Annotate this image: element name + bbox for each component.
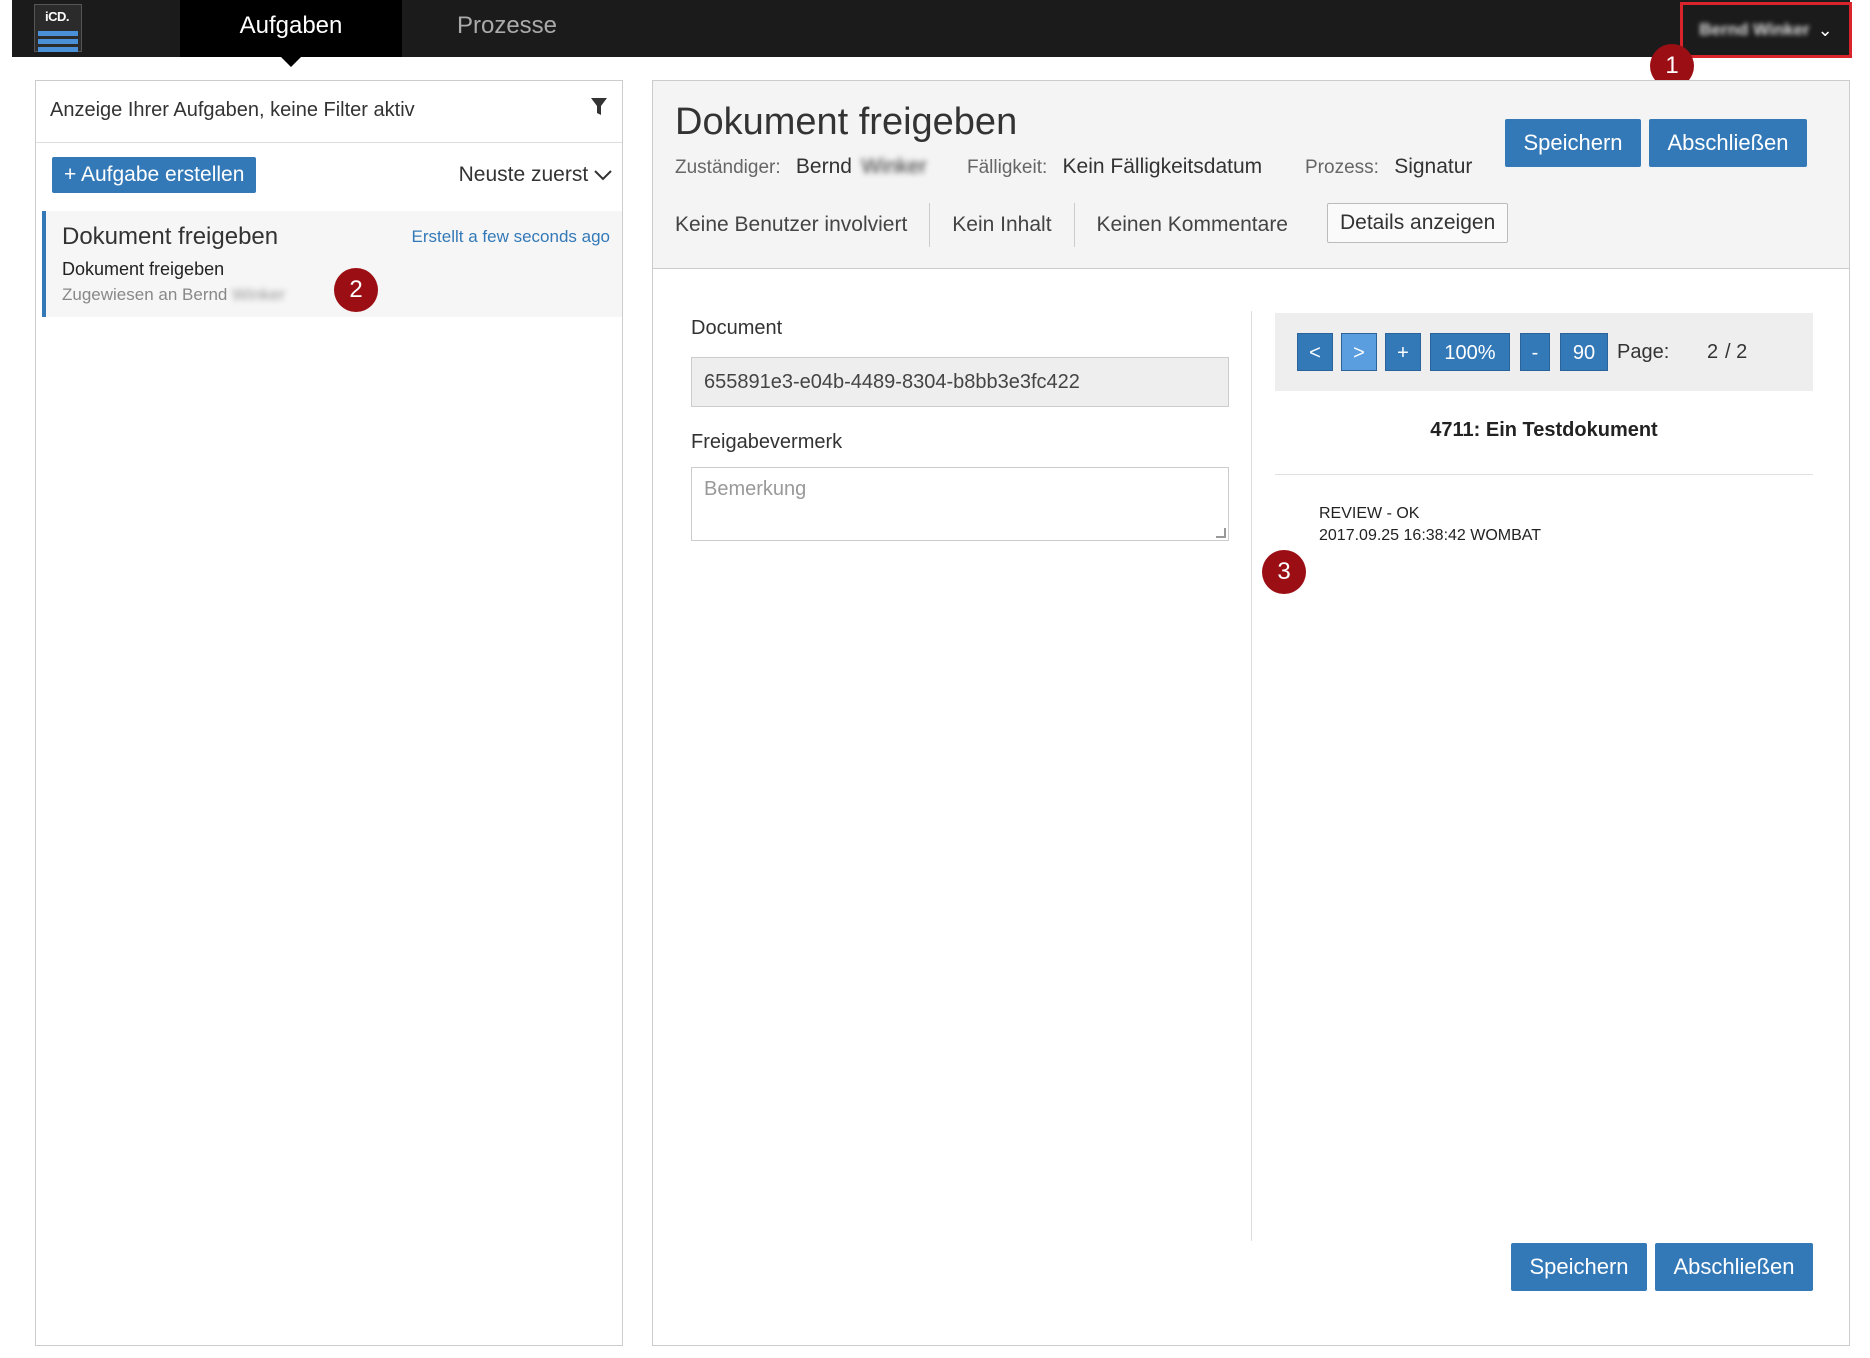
process-meta: Prozess: Signatur	[1305, 155, 1472, 179]
app-logo[interactable]: iCD.	[34, 4, 82, 52]
logo-stripe	[38, 47, 78, 52]
zoom-in-button[interactable]: +	[1385, 333, 1421, 371]
previous-page-button[interactable]: <	[1297, 333, 1333, 371]
document-field-label: Document	[691, 317, 783, 339]
sort-label: Neuste zuerst	[458, 163, 589, 186]
pdf-viewer-toolbar: < > + 100% - 90 Page: 2 / 2	[1275, 313, 1813, 391]
task-subtitle: Dokument freigeben	[62, 259, 225, 279]
logo-stripe	[38, 39, 78, 44]
task-created-time: Erstellt a few seconds ago	[411, 227, 610, 246]
assignee-value[interactable]: Bernd	[796, 155, 852, 178]
rotate-button[interactable]: 90	[1560, 333, 1608, 371]
document-id-field: 655891e3-e04b-4489-8304-b8bb3e3fc422	[691, 357, 1229, 407]
due-label: Fälligkeit:	[967, 157, 1048, 178]
column-divider	[1251, 311, 1252, 1241]
resize-handle-icon[interactable]	[1216, 528, 1226, 538]
task-list-panel: Anzeige Ihrer Aufgaben, keine Filter akt…	[35, 80, 623, 1346]
process-label: Prozess:	[1305, 157, 1379, 178]
logo-text: iCD.	[45, 9, 70, 24]
task-detail-panel: Dokument freigeben Speichern Abschließen…	[652, 80, 1850, 1346]
complete-button-bottom[interactable]: Abschließen	[1655, 1243, 1813, 1291]
page-current: 2	[1707, 341, 1719, 363]
due-value[interactable]: Kein Fälligkeitsdatum	[1063, 155, 1263, 178]
page-label: Page:	[1617, 341, 1670, 363]
remark-placeholder: Bemerkung	[704, 478, 807, 500]
assignee-meta: Zuständiger: Bernd Winker	[675, 155, 927, 179]
zoom-level-button[interactable]: 100%	[1430, 333, 1510, 371]
task-detail-title: Dokument freigeben	[675, 101, 1018, 143]
filter-status-text: Anzeige Ihrer Aufgaben, keine Filter akt…	[50, 99, 415, 121]
assignee-label: Zuständiger:	[675, 157, 781, 178]
review-stamp-timestamp: 2017.09.25 16:38:42 WOMBAT	[1319, 527, 1542, 544]
sort-dropdown[interactable]: Neuste zuerst	[459, 163, 612, 187]
document-divider	[1275, 474, 1813, 475]
show-details-button[interactable]: Details anzeigen	[1327, 203, 1509, 243]
task-title: Dokument freigeben	[62, 223, 279, 250]
task-assignee-surname: Winker	[232, 285, 286, 304]
tab-prozesse[interactable]: Prozesse	[432, 0, 582, 57]
task-list-item[interactable]: Dokument freigeben Erstellt a few second…	[42, 211, 622, 317]
task-assignee: Zugewiesen an Bernd Winker	[62, 285, 285, 305]
page-total: / 2	[1725, 341, 1748, 363]
chevron-down-icon: ⌄	[1817, 19, 1833, 40]
active-tab-caret	[280, 56, 302, 67]
remark-field-label: Freigabevermerk	[691, 431, 843, 453]
tab-involved-users[interactable]: Keine Benutzer involviert	[675, 203, 931, 247]
top-navigation-bar: iCD. Aufgaben Prozesse	[12, 0, 1850, 67]
process-value: Signatur	[1394, 155, 1473, 178]
callout-marker-3: 3	[1262, 550, 1306, 594]
user-menu-dropdown[interactable]: Bernd Winker ⌄	[1680, 2, 1852, 58]
document-title: 4711: Ein Testdokument	[1430, 419, 1658, 441]
save-button-bottom[interactable]: Speichern	[1511, 1243, 1647, 1291]
tab-aufgaben[interactable]: Aufgaben	[180, 0, 402, 67]
task-detail-header: Dokument freigeben Speichern Abschließen…	[653, 81, 1849, 269]
filter-icon[interactable]	[590, 97, 608, 123]
save-button[interactable]: Speichern	[1505, 119, 1641, 167]
create-task-button[interactable]: + Aufgabe erstellen	[52, 157, 257, 193]
chevron-down-icon	[594, 163, 612, 186]
due-meta: Fälligkeit: Kein Fälligkeitsdatum	[967, 155, 1262, 179]
remark-textarea[interactable]: Bemerkung	[691, 467, 1229, 541]
task-info-tabs: Keine Benutzer involviert Kein Inhalt Ke…	[675, 203, 1310, 247]
logo-stripe	[38, 31, 78, 36]
next-page-button[interactable]: >	[1341, 333, 1377, 371]
complete-button[interactable]: Abschließen	[1649, 119, 1807, 167]
tab-comments[interactable]: Keinen Kommentare	[1075, 203, 1310, 247]
task-assignee-prefix: Zugewiesen an Bernd	[62, 285, 228, 304]
assignee-surname: Winker	[861, 155, 927, 178]
review-stamp-status: REVIEW - OK	[1319, 505, 1420, 522]
tab-content[interactable]: Kein Inhalt	[930, 203, 1075, 247]
tab-aufgaben-label: Aufgaben	[239, 12, 343, 39]
tab-prozesse-label: Prozesse	[456, 12, 558, 39]
zoom-out-button[interactable]: -	[1520, 333, 1550, 371]
callout-marker-2: 2	[334, 268, 378, 312]
user-name: Bernd Winker	[1699, 20, 1810, 39]
task-filter-header: Anzeige Ihrer Aufgaben, keine Filter akt…	[36, 81, 622, 143]
